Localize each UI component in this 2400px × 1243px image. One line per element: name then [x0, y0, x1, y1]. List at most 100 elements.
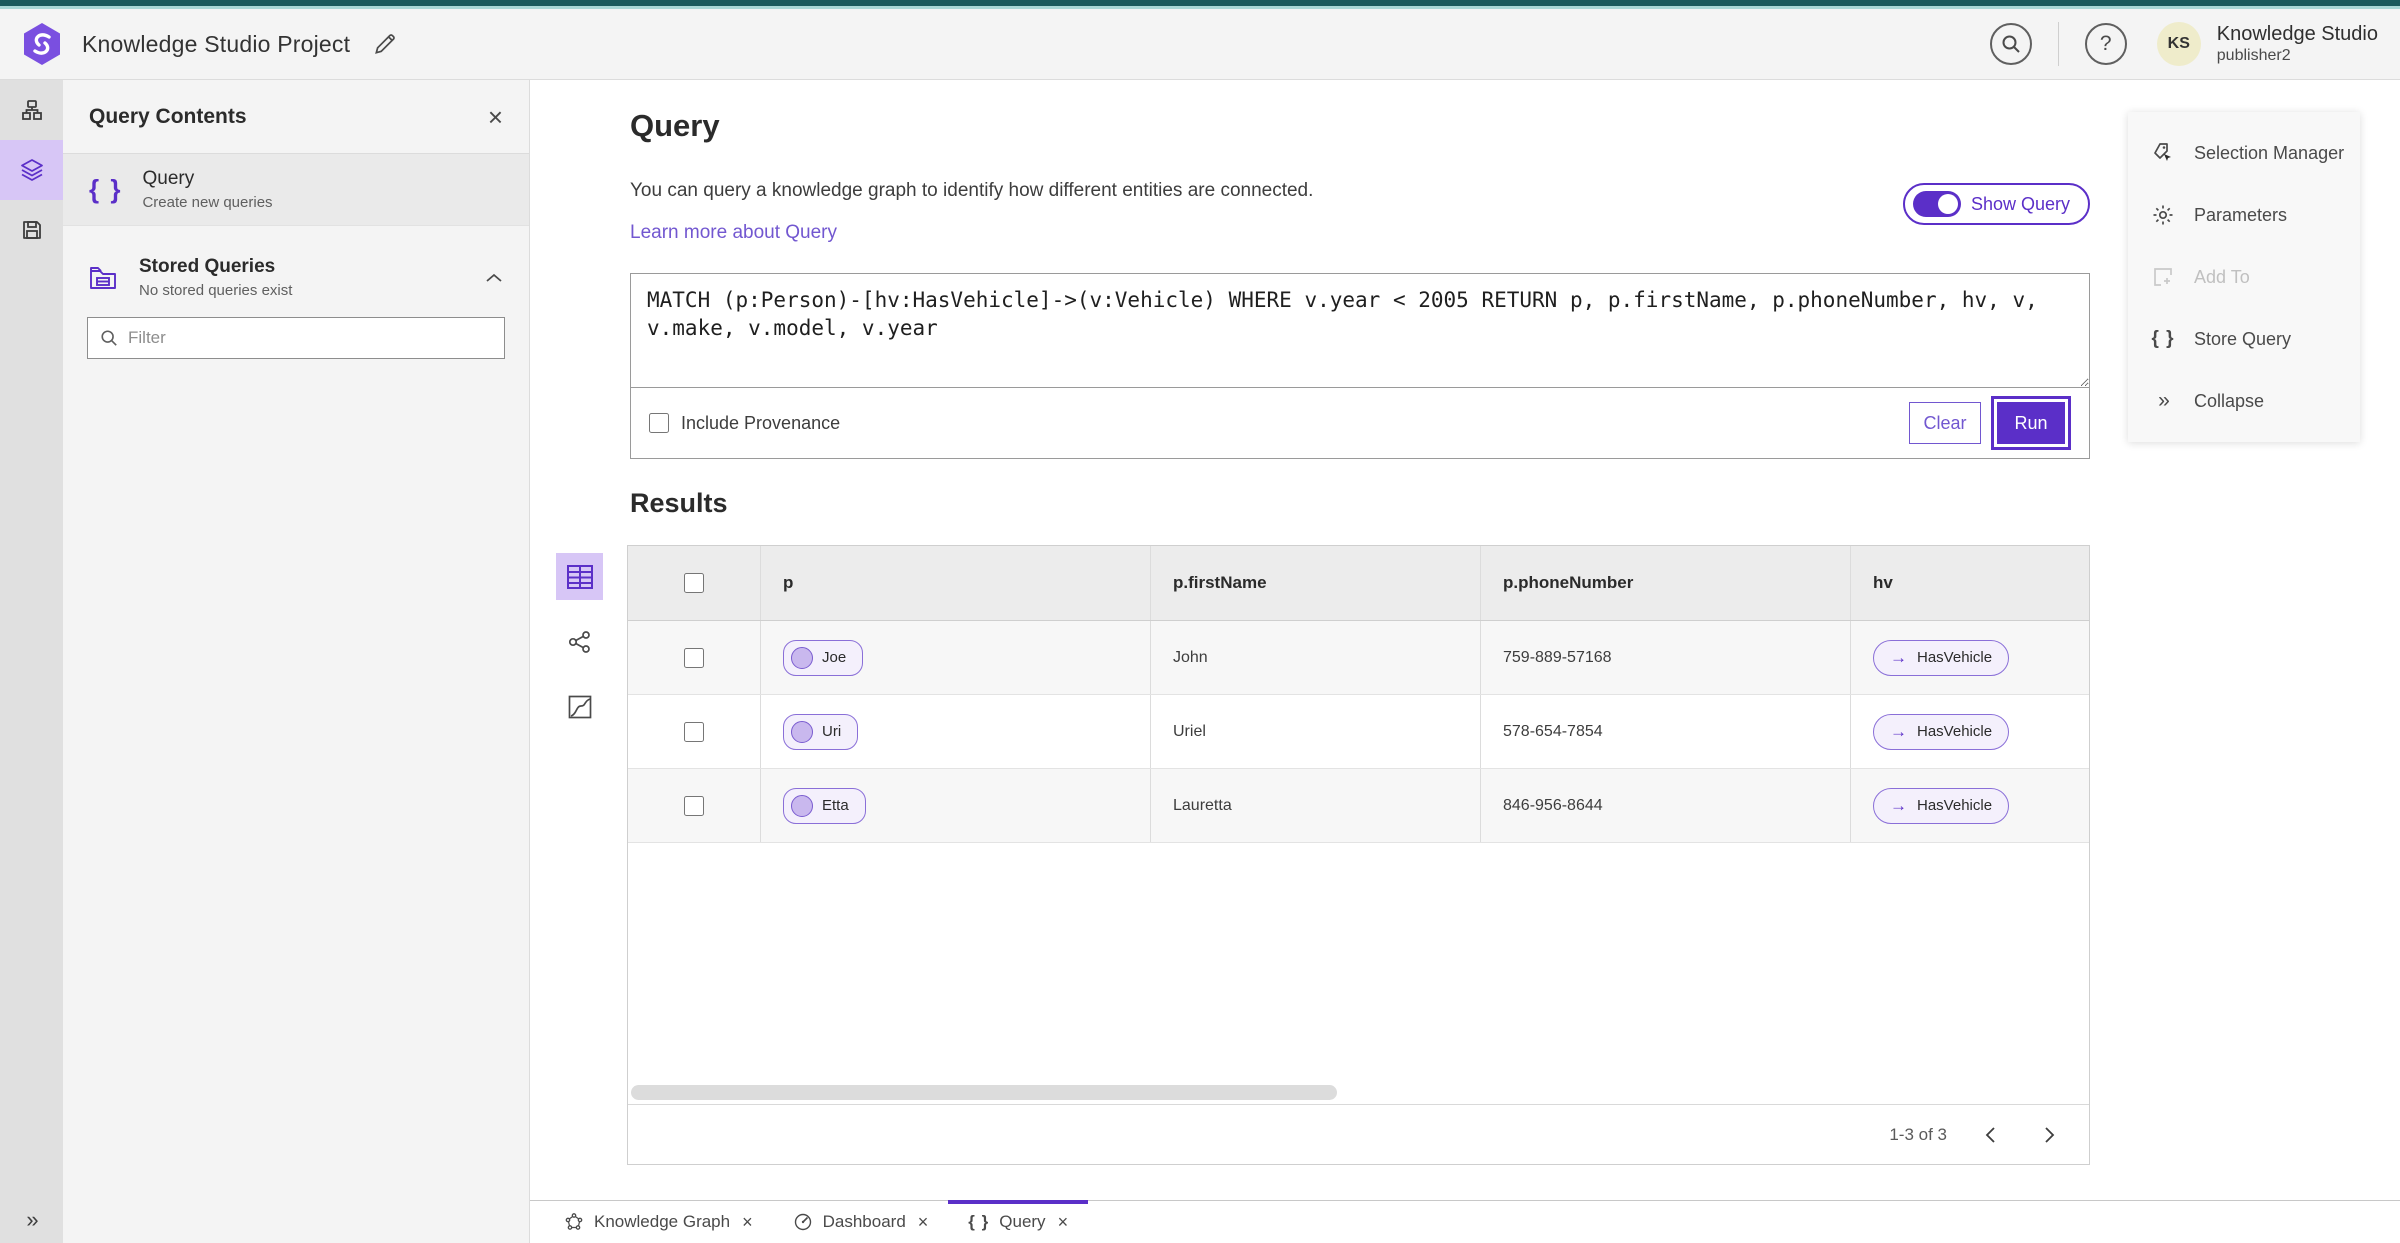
braces-icon: { }	[89, 174, 123, 204]
select-all-checkbox[interactable]	[684, 573, 704, 593]
column-header-phonenumber[interactable]: p.phoneNumber	[1481, 546, 1851, 620]
app-logo-icon	[24, 23, 60, 65]
panel-item-text: Query Create new queries	[142, 168, 272, 211]
gear-icon	[2150, 203, 2176, 227]
table-pagination: 1-3 of 3	[628, 1104, 2089, 1164]
query-input[interactable]: MATCH (p:Person)-[hv:HasVehicle]->(v:Veh…	[631, 274, 2089, 388]
chart-view-button[interactable]	[556, 683, 603, 730]
edge-chip[interactable]: → HasVehicle	[1873, 639, 2010, 676]
table-row: Etta Lauretta 846-956-8644 → HasVehicle	[628, 769, 2089, 843]
person-node-chip[interactable]: Etta	[783, 787, 866, 824]
stored-queries-folder-icon	[90, 266, 116, 289]
table-view-button[interactable]	[556, 553, 603, 600]
column-header-p[interactable]: p	[761, 546, 1151, 620]
row-checkbox[interactable]	[684, 721, 704, 742]
action-label: Parameters	[2194, 204, 2288, 225]
rail-item-query[interactable]	[0, 140, 63, 200]
edge-label: HasVehicle	[1917, 649, 1993, 666]
cell-hv: → HasVehicle	[1851, 769, 2089, 842]
chevron-right-icon	[2045, 1126, 2055, 1143]
user-info: Knowledge Studio publisher2	[2217, 22, 2378, 65]
row-select-cell	[628, 695, 761, 768]
stored-queries-text: Stored Queries No stored queries exist	[139, 256, 465, 299]
node-icon	[791, 794, 813, 817]
schema-tree-icon	[21, 100, 42, 120]
clear-button[interactable]: Clear	[1909, 402, 1981, 444]
panel-header: Query Contents ×	[63, 80, 529, 154]
chart-view-icon	[568, 695, 591, 718]
close-tab-icon[interactable]: ×	[1058, 1212, 1069, 1233]
edge-label: HasVehicle	[1917, 723, 1993, 740]
query-editor-box: MATCH (p:Person)-[hv:HasVehicle]->(v:Veh…	[630, 273, 2090, 459]
toggle-switch-icon	[1912, 191, 1961, 217]
stored-queries-subtitle: No stored queries exist	[139, 282, 293, 299]
results-table: p p.firstName p.phoneNumber hv Joe John …	[627, 545, 2090, 1165]
action-label: Collapse	[2194, 390, 2265, 411]
column-header-firstname[interactable]: p.firstName	[1151, 546, 1481, 620]
cell-p: Joe	[761, 621, 1151, 694]
graph-view-button[interactable]	[556, 618, 603, 665]
filter-field	[87, 317, 505, 359]
close-tab-icon[interactable]: ×	[742, 1212, 753, 1233]
rail-item-schema[interactable]	[0, 80, 63, 140]
edge-chip[interactable]: → HasVehicle	[1873, 787, 2010, 824]
tab-label: Query	[999, 1212, 1046, 1231]
edit-title-icon[interactable]	[372, 31, 398, 57]
chevron-left-icon	[1985, 1126, 1995, 1143]
row-checkbox[interactable]	[684, 795, 704, 816]
person-node-chip[interactable]: Uri	[783, 713, 859, 750]
horizontal-scrollbar[interactable]	[631, 1085, 1337, 1100]
cell-p: Etta	[761, 769, 1151, 842]
selection-manager-item[interactable]: Selection Manager	[2128, 122, 2360, 184]
app-window: Knowledge Studio Project ? KS Knowledge …	[0, 0, 2400, 1243]
panel-item-query[interactable]: { } Query Create new queries	[63, 154, 529, 226]
collapse-item[interactable]: » Collapse	[2128, 370, 2360, 432]
next-page-button[interactable]	[2033, 1118, 2067, 1152]
graph-view-icon	[568, 630, 590, 653]
rail-item-save[interactable]	[0, 200, 63, 260]
filter-input[interactable]	[128, 328, 492, 348]
table-header-row: p p.firstName p.phoneNumber hv	[628, 546, 2089, 621]
query-editor-footer: Include Provenance Clear Run	[631, 388, 2089, 458]
collapse-section-icon[interactable]	[485, 272, 503, 284]
add-to-item: Add To	[2128, 246, 2360, 308]
expand-panel-icon[interactable]: »	[0, 1207, 63, 1233]
action-label: Add To	[2194, 266, 2250, 287]
table-empty-area	[628, 843, 2089, 1104]
tab-label: Knowledge Graph	[594, 1212, 731, 1231]
help-button[interactable]: ?	[2084, 23, 2127, 65]
include-provenance-option[interactable]: Include Provenance	[649, 413, 840, 434]
row-checkbox[interactable]	[684, 647, 704, 668]
cell-phonenumber: 578-654-7854	[1481, 695, 1851, 768]
close-tab-icon[interactable]: ×	[918, 1212, 929, 1233]
query-page-title: Query	[630, 108, 720, 143]
run-button[interactable]: Run	[1997, 402, 2065, 444]
panel-item-stored-queries[interactable]: Stored Queries No stored queries exist	[63, 238, 529, 307]
user-avatar[interactable]: KS	[2156, 22, 2201, 66]
main-content: Query You can query a knowledge graph to…	[530, 80, 2400, 1200]
close-panel-icon[interactable]: ×	[488, 104, 503, 130]
tab-knowledge-graph[interactable]: Knowledge Graph ×	[544, 1201, 773, 1243]
edge-chip[interactable]: → HasVehicle	[1873, 713, 2010, 750]
previous-page-button[interactable]	[1973, 1118, 2007, 1152]
search-button[interactable]	[1989, 23, 2032, 65]
edge-label: HasVehicle	[1917, 797, 1993, 814]
select-all-cell	[628, 546, 761, 620]
cell-phonenumber: 759-889-57168	[1481, 621, 1851, 694]
include-provenance-checkbox[interactable]	[649, 413, 669, 433]
column-header-hv[interactable]: hv	[1851, 546, 2089, 620]
person-node-chip[interactable]: Joe	[783, 639, 864, 676]
project-title: Knowledge Studio Project	[82, 30, 351, 57]
filter-search-icon	[101, 330, 117, 346]
learn-more-link[interactable]: Learn more about Query	[630, 222, 837, 244]
tab-query[interactable]: { } Query ×	[948, 1200, 1088, 1243]
add-to-icon	[2150, 265, 2176, 289]
tab-label: Dashboard	[822, 1212, 906, 1231]
results-title: Results	[630, 488, 728, 518]
panel-title: Query Contents	[89, 104, 247, 128]
tab-dashboard[interactable]: Dashboard ×	[773, 1201, 949, 1243]
arrow-right-icon: →	[1890, 795, 1907, 815]
parameters-item[interactable]: Parameters	[2128, 184, 2360, 246]
show-query-toggle[interactable]: Show Query	[1902, 183, 2090, 225]
store-query-item[interactable]: { } Store Query	[2128, 308, 2360, 370]
